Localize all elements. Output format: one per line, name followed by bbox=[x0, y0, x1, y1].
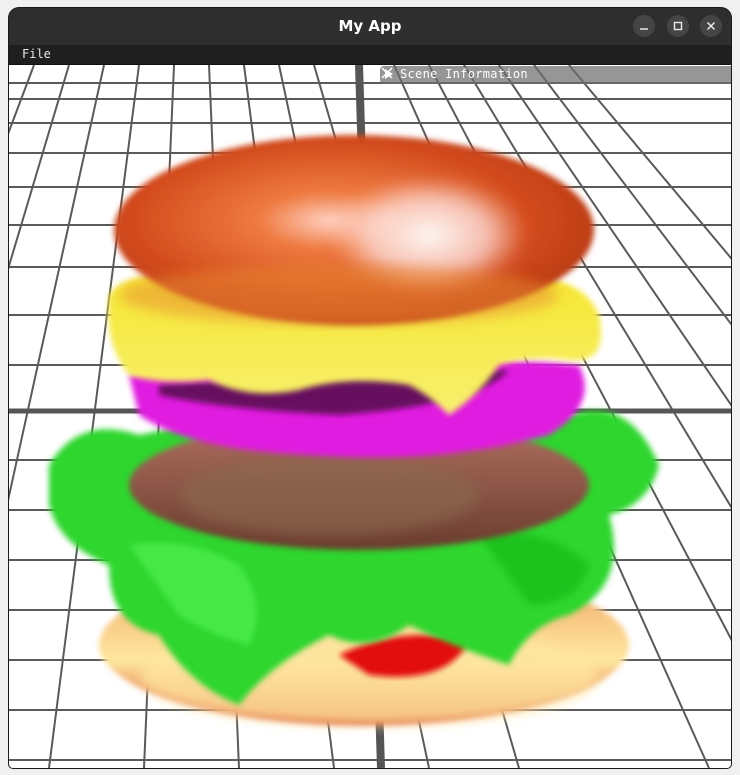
maximize-icon bbox=[673, 21, 683, 31]
hamburger-model bbox=[49, 135, 659, 725]
scene-information-panel[interactable]: Scene Information bbox=[380, 66, 731, 84]
3d-viewport[interactable]: Scene Information bbox=[9, 65, 731, 768]
title-bar[interactable]: My App bbox=[9, 8, 731, 45]
close-icon bbox=[706, 21, 716, 31]
menu-item-file[interactable]: File bbox=[22, 47, 51, 61]
app-window: My App File Scene Information bbox=[9, 8, 731, 768]
minimize-icon bbox=[640, 28, 648, 30]
scene-render bbox=[9, 65, 731, 768]
close-icon[interactable] bbox=[380, 66, 394, 80]
window-title: My App bbox=[338, 17, 402, 35]
scene-information-title[interactable]: Scene Information bbox=[400, 67, 528, 81]
maximize-button[interactable] bbox=[667, 15, 689, 37]
close-button[interactable] bbox=[700, 15, 722, 37]
minimize-button[interactable] bbox=[633, 15, 655, 37]
menu-bar: File bbox=[9, 45, 731, 65]
